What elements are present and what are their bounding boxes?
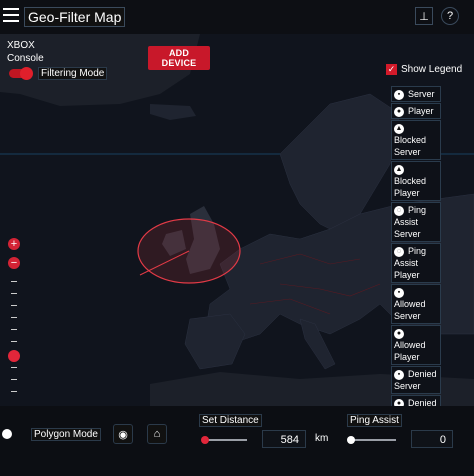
allowed-player-icon: ● xyxy=(394,328,404,339)
filtering-mode-label: Filtering Mode xyxy=(38,67,108,80)
zoom-tick xyxy=(11,367,17,368)
ping-assist-label: Ping Assist xyxy=(347,414,402,427)
show-legend-checkbox[interactable]: ✓ xyxy=(386,64,397,75)
distance-slider-track[interactable] xyxy=(203,439,247,441)
distance-unit: km xyxy=(315,433,329,444)
blocked-player-icon: ▲ xyxy=(394,164,404,175)
legend-item-player: ● Player xyxy=(391,103,441,119)
pin-icon[interactable]: ⊥ xyxy=(415,7,433,25)
denied-server-icon: ▪ xyxy=(394,369,404,380)
legend-label: Blocked Player xyxy=(394,176,427,198)
zoom-tick xyxy=(11,317,17,318)
ping-slider-track[interactable] xyxy=(351,439,396,441)
server-icon: ▪ xyxy=(394,89,404,100)
show-legend-toggle[interactable]: ✓ Show Legend xyxy=(386,64,462,75)
legend-label: Player xyxy=(408,106,434,116)
ping-assist-player-icon: ◌ xyxy=(394,246,404,257)
zoom-tick xyxy=(11,329,17,330)
zoom-tick xyxy=(11,305,17,306)
ping-value-field[interactable]: 0 xyxy=(411,430,453,448)
location-pin-icon[interactable]: ◉ xyxy=(113,424,133,444)
zoom-tick xyxy=(11,379,17,380)
player-icon: ● xyxy=(394,106,404,117)
hamburger-menu-icon[interactable] xyxy=(3,8,19,22)
zoom-tick xyxy=(11,281,17,282)
zoom-tick xyxy=(11,341,17,342)
polygon-mode-label: Polygon Mode xyxy=(31,428,101,441)
page-title: Geo-Filter Map xyxy=(24,7,126,27)
set-distance-label: Set Distance xyxy=(199,414,262,427)
home-icon[interactable]: ⌂ xyxy=(147,424,167,444)
device-type: Console xyxy=(7,53,44,64)
device-name: XBOX xyxy=(7,40,35,51)
legend-item-ping-assist-server: ◌ Ping Assist Server xyxy=(391,202,441,242)
legend-label: Server xyxy=(408,89,435,99)
help-icon[interactable]: ? xyxy=(441,7,459,25)
legend-item-allowed-server: ▪Allowed Server xyxy=(391,284,441,324)
distance-value-field[interactable]: 584 xyxy=(262,430,306,448)
legend-item-denied-server: ▪ Denied Server xyxy=(391,366,441,394)
polygon-mode-toggle[interactable] xyxy=(2,429,12,439)
legend-item-allowed-player: ●Allowed Player xyxy=(391,325,441,365)
ping-assist-server-icon: ◌ xyxy=(394,205,404,216)
ping-slider-thumb[interactable] xyxy=(347,436,355,444)
show-legend-label: Show Legend xyxy=(401,64,463,75)
map-legend: ▪ Server ● Player ▲Blocked Server ▲Blocked… xyxy=(391,86,441,424)
legend-label: Blocked Server xyxy=(394,135,427,157)
zoom-in-button[interactable]: + xyxy=(8,238,20,250)
blocked-server-icon: ▲ xyxy=(394,123,404,134)
legend-item-server: ▪ Server xyxy=(391,86,441,102)
legend-item-blocked-server: ▲Blocked Server xyxy=(391,120,441,160)
legend-label: Allowed Server xyxy=(394,299,426,321)
allowed-server-icon: ▪ xyxy=(394,287,404,298)
zoom-slider-handle[interactable] xyxy=(8,350,20,362)
zoom-tick xyxy=(11,293,17,294)
legend-item-ping-assist-player: ◌ Ping Assist Player xyxy=(391,243,441,283)
legend-item-blocked-player: ▲Blocked Player xyxy=(391,161,441,201)
top-bar: Geo-Filter Map ⊥ ? xyxy=(0,0,474,34)
zoom-out-button[interactable]: − xyxy=(8,257,20,269)
zoom-tick xyxy=(11,391,17,392)
filtering-mode-toggle[interactable] xyxy=(9,67,33,80)
legend-label: Allowed Player xyxy=(394,340,426,362)
add-device-button[interactable]: ADD DEVICE xyxy=(148,46,210,70)
